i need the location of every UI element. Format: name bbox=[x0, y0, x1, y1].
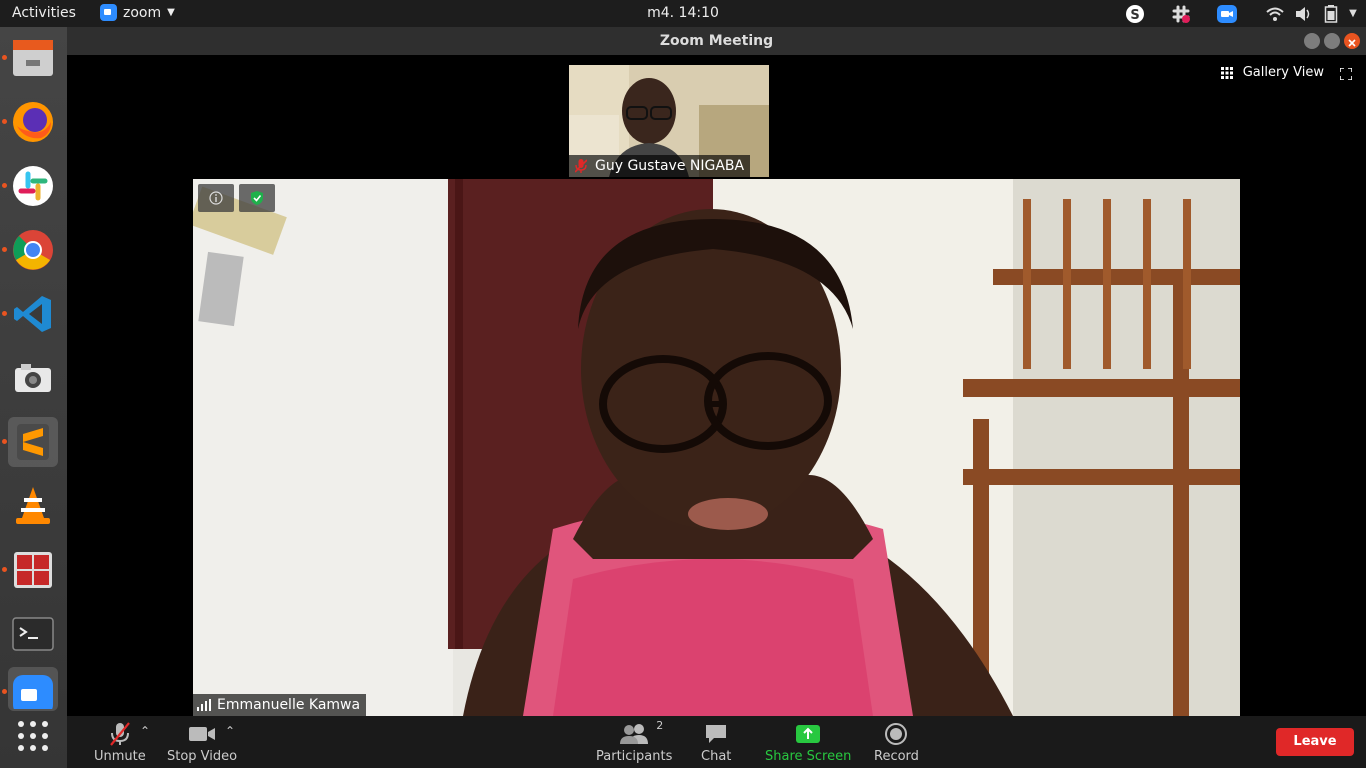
chrome-icon[interactable] bbox=[2, 225, 58, 275]
show-apps-icon[interactable] bbox=[8, 711, 58, 761]
share-screen-icon bbox=[795, 722, 821, 746]
running-indicator bbox=[2, 247, 7, 252]
dock bbox=[0, 27, 67, 768]
gallery-view-button[interactable]: Gallery View bbox=[1220, 65, 1324, 80]
vscode-icon[interactable] bbox=[2, 289, 58, 339]
unmute-button[interactable]: Unmute bbox=[94, 722, 146, 764]
encryption-button[interactable] bbox=[239, 184, 275, 212]
skype-icon[interactable]: S bbox=[1124, 3, 1146, 25]
audio-options-caret-icon[interactable]: ⌃ bbox=[140, 724, 150, 738]
chat-bubble-icon bbox=[704, 722, 728, 746]
minimize-button[interactable] bbox=[1304, 33, 1320, 49]
unmute-label: Unmute bbox=[94, 749, 146, 764]
record-button[interactable]: Record bbox=[874, 722, 919, 764]
running-indicator bbox=[2, 183, 7, 188]
firefox-icon[interactable] bbox=[2, 97, 58, 147]
info-button[interactable] bbox=[198, 184, 234, 212]
running-indicator bbox=[2, 689, 7, 694]
window-title: Zoom Meeting bbox=[659, 33, 774, 49]
stop-video-label: Stop Video bbox=[167, 749, 238, 764]
close-button[interactable] bbox=[1344, 33, 1360, 49]
meeting-toolbar: Unmute ⌃ Stop Video ⌃ 2 Participants Cha… bbox=[67, 716, 1366, 768]
running-indicator bbox=[2, 119, 7, 124]
muted-mic-icon bbox=[109, 722, 131, 746]
participants-label: Participants bbox=[596, 749, 673, 764]
speaker-name: Emmanuelle Kamwa bbox=[217, 697, 361, 713]
speaker-video-feed bbox=[193, 179, 1240, 716]
participant-nameplate: Guy Gustave NIGABA bbox=[569, 155, 751, 177]
share-screen-label: Share Screen bbox=[765, 749, 852, 764]
participant-name: Guy Gustave NIGABA bbox=[595, 158, 745, 174]
signal-strength-icon bbox=[197, 699, 211, 711]
camera-icon[interactable] bbox=[8, 353, 58, 403]
system-tray: S ▼ bbox=[1100, 0, 1366, 27]
gallery-view-label: Gallery View bbox=[1242, 65, 1324, 80]
running-indicator bbox=[2, 567, 7, 572]
zoom-tray-icon[interactable] bbox=[1216, 3, 1238, 25]
fullscreen-icon[interactable] bbox=[1339, 65, 1353, 84]
video-options-caret-icon[interactable]: ⌃ bbox=[225, 724, 235, 738]
window-titlebar[interactable]: Zoom Meeting bbox=[67, 27, 1366, 55]
active-speaker-video[interactable]: Emmanuelle Kamwa bbox=[193, 179, 1240, 716]
meeting-area: Gallery View Guy Gustave NIGABA Emmanuel… bbox=[67, 55, 1366, 716]
share-screen-button[interactable]: Share Screen bbox=[765, 722, 851, 764]
leave-button[interactable]: Leave bbox=[1276, 728, 1354, 756]
muted-mic-icon bbox=[575, 159, 587, 173]
maximize-button[interactable] bbox=[1324, 33, 1340, 49]
participants-count: 2 bbox=[656, 719, 664, 732]
chevron-down-icon[interactable]: ▼ bbox=[1346, 3, 1360, 25]
vlc-icon[interactable] bbox=[8, 481, 58, 531]
zoom-icon[interactable] bbox=[2, 667, 58, 711]
running-indicator bbox=[2, 55, 7, 60]
chat-label: Chat bbox=[701, 749, 732, 764]
participant-thumbnail-video[interactable]: Guy Gustave NIGABA bbox=[569, 65, 769, 177]
video-camera-icon bbox=[188, 722, 216, 746]
grid-icon bbox=[1220, 66, 1233, 79]
svg-text:S: S bbox=[1130, 8, 1139, 23]
speaker-nameplate: Emmanuelle Kamwa bbox=[193, 694, 367, 716]
shield-check-icon bbox=[251, 191, 263, 205]
volume-icon[interactable] bbox=[1292, 3, 1314, 25]
slack-icon[interactable] bbox=[2, 161, 58, 211]
terminal-apps-icon[interactable] bbox=[2, 545, 58, 595]
chat-button[interactable]: Chat bbox=[701, 722, 731, 764]
sublime-icon[interactable] bbox=[2, 417, 58, 467]
participants-icon: 2 bbox=[619, 719, 663, 746]
info-icon bbox=[209, 191, 223, 205]
record-icon bbox=[885, 722, 908, 746]
slack-tray-icon[interactable] bbox=[1170, 3, 1192, 25]
top-bar: Activities zoom ▼ m4. 14:10 S ▼ bbox=[0, 0, 1366, 27]
participants-button[interactable]: 2 Participants bbox=[596, 719, 673, 764]
terminal-icon[interactable] bbox=[8, 609, 58, 659]
running-indicator bbox=[2, 439, 7, 444]
files-icon[interactable] bbox=[2, 33, 58, 83]
battery-icon[interactable] bbox=[1320, 3, 1342, 25]
running-indicator bbox=[2, 311, 7, 316]
record-label: Record bbox=[874, 749, 919, 764]
wifi-icon[interactable] bbox=[1264, 3, 1286, 25]
